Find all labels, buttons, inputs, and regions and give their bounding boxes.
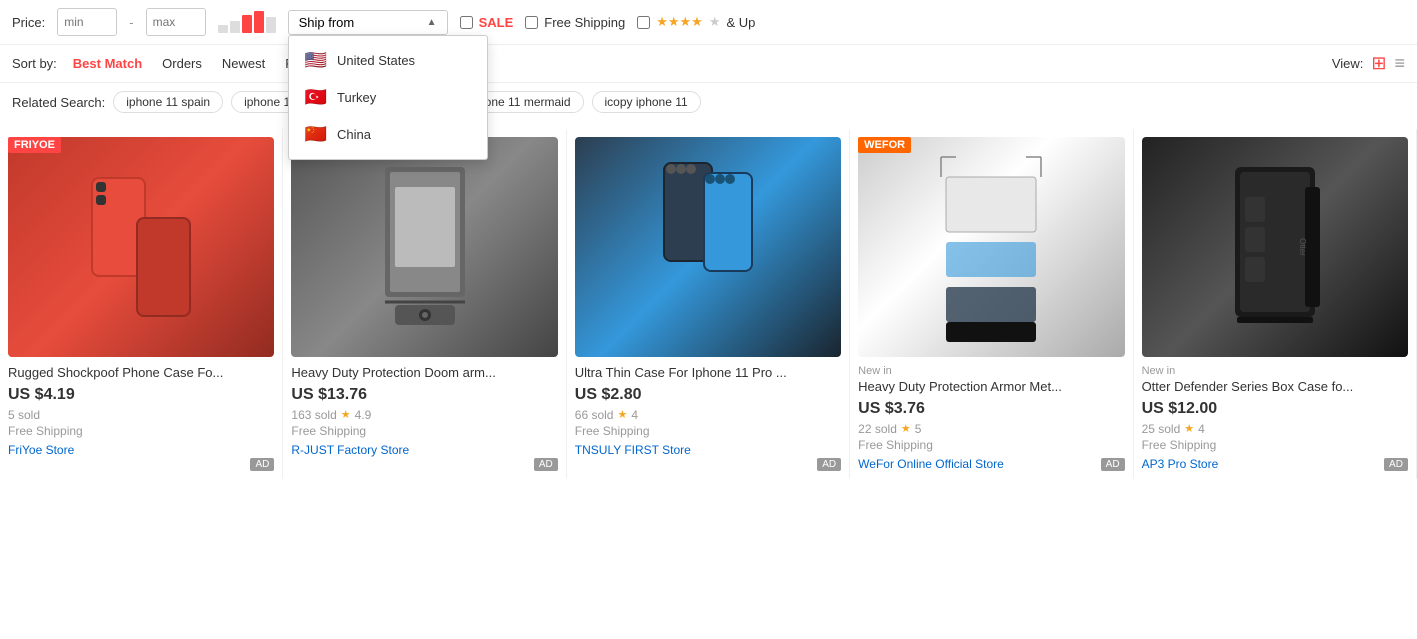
grid-view-icon[interactable]: ⊞ xyxy=(1371,53,1386,74)
product-free-shipping-1: Free Shipping xyxy=(8,424,274,438)
free-shipping-label: Free Shipping xyxy=(544,15,625,30)
chevron-up-icon: ▲ xyxy=(427,17,437,28)
china-flag-icon: 🇨🇳 xyxy=(305,124,327,145)
product-free-shipping-3: Free Shipping xyxy=(575,424,841,438)
sort-orders[interactable]: Orders xyxy=(158,54,206,73)
product-card-1[interactable]: FRIYOE Rugged Shockpoof Phone Case Fo...… xyxy=(0,129,283,479)
price-max-input[interactable] xyxy=(146,8,206,36)
product-store-3[interactable]: TNSULY FIRST Store xyxy=(575,443,691,457)
product-new-in-4: New in xyxy=(858,365,1124,377)
star-icon-4: ★ xyxy=(901,422,911,435)
product-price-3: US $2.80 xyxy=(575,386,841,404)
price-bar-2 xyxy=(230,21,240,33)
sale-checkbox[interactable] xyxy=(460,16,473,29)
and-up-label: & Up xyxy=(726,15,755,30)
svg-text:Otter: Otter xyxy=(1298,238,1307,256)
china-label: China xyxy=(337,127,371,142)
turkey-flag-icon: 🇹🇷 xyxy=(305,87,327,108)
sort-by-label: Sort by: xyxy=(12,56,57,71)
turkey-label: Turkey xyxy=(337,90,376,105)
product-image-3 xyxy=(575,137,841,357)
product-free-shipping-5: Free Shipping xyxy=(1142,438,1408,452)
stars-icon: ★★★★ xyxy=(656,14,703,30)
product-badge-4: WEFOR xyxy=(858,137,911,153)
product-store-5[interactable]: AP3 Pro Store xyxy=(1142,457,1219,471)
product-free-shipping-2: Free Shipping xyxy=(291,424,557,438)
product-image-1 xyxy=(8,137,274,357)
product-title-4: Heavy Duty Protection Armor Met... xyxy=(858,379,1124,396)
product-price-1: US $4.19 xyxy=(8,386,274,404)
product-store-1[interactable]: FriYoe Store xyxy=(8,443,74,457)
product-sold-4: 22 sold ★ 5 xyxy=(858,422,1124,436)
us-flag-icon: 🇺🇸 xyxy=(305,50,327,71)
ship-from-turkey[interactable]: 🇹🇷 Turkey xyxy=(289,79,487,116)
product-store-2[interactable]: R-JUST Factory Store xyxy=(291,443,409,457)
product-image-4 xyxy=(858,137,1124,357)
product-title-2: Heavy Duty Protection Doom arm... xyxy=(291,365,557,382)
star-empty-icon: ★ xyxy=(709,14,721,30)
product-image-5: Otter xyxy=(1142,137,1408,357)
list-view-icon[interactable]: ≡ xyxy=(1394,53,1405,74)
stars-checkbox[interactable] xyxy=(637,16,650,29)
view-label: View: xyxy=(1332,56,1364,71)
star-icon-5: ★ xyxy=(1184,422,1194,435)
product-card-2[interactable]: Heavy Duty Protection Doom arm... US $13… xyxy=(283,129,566,479)
price-min-input[interactable] xyxy=(57,8,117,36)
ship-from-china[interactable]: 🇨🇳 China xyxy=(289,116,487,153)
product-store-4[interactable]: WeFor Online Official Store xyxy=(858,457,1004,471)
filter-bar: Price: - Ship from ▲ 🇺🇸 United States 🇹🇷… xyxy=(0,0,1417,45)
product-title-3: Ultra Thin Case For Iphone 11 Pro ... xyxy=(575,365,841,382)
price-bar-5 xyxy=(266,17,276,33)
product-card-4[interactable]: WEFOR New in Heavy Duty Protection Armor… xyxy=(850,129,1133,479)
price-separator: - xyxy=(129,15,133,30)
free-shipping-checkbox[interactable] xyxy=(525,16,538,29)
product-ad-badge-1: AD xyxy=(250,458,274,471)
star-icon-2: ★ xyxy=(341,408,351,421)
price-bar-1 xyxy=(218,25,228,33)
related-search-bar: Related Search: iphone 11 spain iphone 1… xyxy=(0,83,1417,121)
product-price-2: US $13.76 xyxy=(291,386,557,404)
ship-from-button[interactable]: Ship from ▲ xyxy=(288,10,448,35)
product-price-5: US $12.00 xyxy=(1142,400,1408,418)
product-sold-5: 25 sold ★ 4 xyxy=(1142,422,1408,436)
product-title-5: Otter Defender Series Box Case fo... xyxy=(1142,379,1408,396)
us-label: United States xyxy=(337,53,415,68)
view-controls: View: ⊞ ≡ xyxy=(1332,53,1405,74)
product-ad-badge-3: AD xyxy=(817,458,841,471)
product-free-shipping-4: Free Shipping xyxy=(858,438,1124,452)
price-bar-3 xyxy=(242,15,252,33)
product-new-in-5: New in xyxy=(1142,365,1408,377)
star-icon-3: ★ xyxy=(617,408,627,421)
ship-from-label: Ship from xyxy=(299,15,355,30)
product-ad-badge-4: AD xyxy=(1101,458,1125,471)
product-title-1: Rugged Shockpoof Phone Case Fo... xyxy=(8,365,274,382)
stars-filter-group: ★★★★ ★ & Up xyxy=(637,14,755,30)
sale-filter-group: SALE xyxy=(460,15,514,30)
product-card-3[interactable]: Ultra Thin Case For Iphone 11 Pro ... US… xyxy=(567,129,850,479)
product-sold-3: 66 sold ★ 4 xyxy=(575,408,841,422)
related-search-label: Related Search: xyxy=(12,95,105,110)
product-price-4: US $3.76 xyxy=(858,400,1124,418)
related-tag-0[interactable]: iphone 11 spain xyxy=(113,91,223,113)
product-ad-badge-5: AD xyxy=(1384,458,1408,471)
price-label: Price: xyxy=(12,15,45,30)
sale-label: SALE xyxy=(479,15,514,30)
sort-bar: Sort by: Best Match Orders Newest Price … xyxy=(0,45,1417,83)
sort-newest[interactable]: Newest xyxy=(218,54,269,73)
product-badge-1: FRIYOE xyxy=(8,137,61,153)
free-shipping-filter-group: Free Shipping xyxy=(525,15,625,30)
product-sold-1: 5 sold xyxy=(8,408,274,422)
price-range-visual xyxy=(218,11,276,33)
related-tag-4[interactable]: icopy iphone 11 xyxy=(592,91,701,113)
product-sold-2: 163 sold ★ 4.9 xyxy=(291,408,557,422)
sort-best-match[interactable]: Best Match xyxy=(69,54,146,73)
product-card-5[interactable]: Otter New in Otter Defender Series Box C… xyxy=(1134,129,1417,479)
ship-from-menu: 🇺🇸 United States 🇹🇷 Turkey 🇨🇳 China xyxy=(288,35,488,160)
ship-from-us[interactable]: 🇺🇸 United States xyxy=(289,42,487,79)
product-ad-badge-2: AD xyxy=(534,458,558,471)
product-image-2 xyxy=(291,137,557,357)
products-grid: FRIYOE Rugged Shockpoof Phone Case Fo...… xyxy=(0,121,1417,487)
ship-from-dropdown: Ship from ▲ 🇺🇸 United States 🇹🇷 Turkey 🇨… xyxy=(288,10,448,35)
price-bar-4 xyxy=(254,11,264,33)
